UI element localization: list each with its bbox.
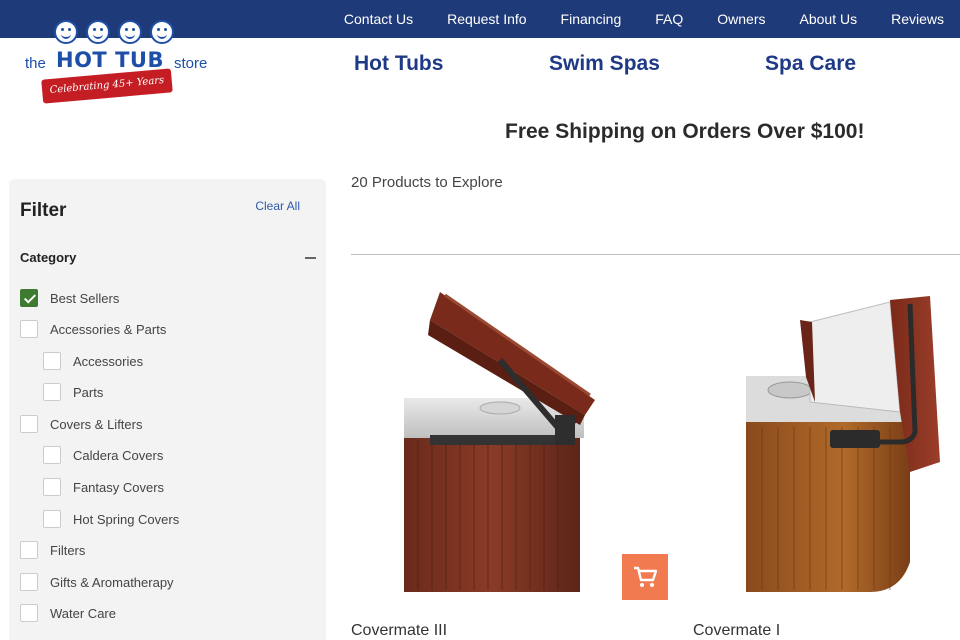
filter-option-accessories[interactable]: Accessories (43, 352, 143, 370)
results-divider (351, 254, 960, 255)
nav-hot-tubs[interactable]: Hot Tubs (354, 52, 443, 76)
filter-option-label: Accessories (73, 353, 144, 369)
main-nav: Hot Tubs Swim Spas Spa Care (354, 52, 874, 82)
checkbox-checked[interactable] (20, 289, 38, 307)
filter-option-fantasy-covers[interactable]: Fantasy Covers (43, 478, 164, 496)
checkbox[interactable] (43, 478, 61, 496)
smiley-face-icon (54, 20, 78, 44)
nav-financing[interactable]: Financing (561, 11, 622, 27)
nav-request-info[interactable]: Request Info (447, 11, 526, 27)
filter-option-label: Best Sellers (50, 290, 120, 306)
checkbox[interactable] (43, 352, 61, 370)
checkbox[interactable] (43, 446, 61, 464)
filter-option-caldera-covers[interactable]: Caldera Covers (43, 446, 163, 464)
checkbox[interactable] (20, 541, 38, 559)
collapse-minus-icon[interactable] (305, 257, 316, 259)
product-image-covermate-iii[interactable] (400, 290, 600, 595)
filter-option-label: Fantasy Covers (73, 479, 165, 495)
filter-option-hot-spring-covers[interactable]: Hot Spring Covers (43, 510, 179, 528)
checkbox[interactable] (43, 510, 61, 528)
checkbox[interactable] (20, 320, 38, 338)
product-name-covermate-iii[interactable]: Covermate III (351, 622, 447, 640)
filter-option-water-care[interactable]: Water Care (20, 604, 116, 622)
site-logo[interactable]: the HOT TUB store Celebrating 45+ Years (22, 18, 222, 108)
logo-brand: HOT TUB (56, 48, 164, 72)
checkbox[interactable] (43, 383, 61, 401)
filter-option-label: Accessories & Parts (50, 321, 167, 337)
checkbox[interactable] (20, 604, 38, 622)
nav-swim-spas[interactable]: Swim Spas (549, 52, 660, 76)
filter-option-label: Filters (50, 542, 86, 558)
add-to-cart-button[interactable] (622, 554, 668, 600)
filter-option-label: Gifts & Aromatherapy (50, 574, 174, 590)
shopping-cart-icon (634, 566, 657, 587)
nav-contact-us[interactable]: Contact Us (344, 11, 413, 27)
filter-panel: Filter Clear All Category Best Sellers A… (9, 179, 326, 640)
filter-option-label: Hot Spring Covers (73, 511, 180, 527)
checkbox[interactable] (20, 415, 38, 433)
nav-owners[interactable]: Owners (717, 11, 765, 27)
product-image-covermate-i[interactable] (740, 292, 950, 595)
results-count: 20 Products to Explore (351, 174, 503, 191)
smiley-face-icon (118, 20, 142, 44)
filter-option-covers-lifters[interactable]: Covers & Lifters (20, 415, 142, 433)
smiley-face-icon (150, 20, 174, 44)
logo-faces (54, 20, 174, 44)
logo-the: the (25, 55, 46, 72)
nav-spa-care[interactable]: Spa Care (765, 52, 856, 76)
clear-all-link[interactable]: Clear All (255, 199, 300, 213)
filter-option-gifts-aromatherapy[interactable]: Gifts & Aromatherapy (20, 573, 174, 591)
filter-option-best-sellers[interactable]: Best Sellers (20, 289, 119, 307)
smiley-face-icon (86, 20, 110, 44)
filter-option-label: Water Care (50, 605, 116, 621)
checkbox[interactable] (20, 573, 38, 591)
filter-option-filters[interactable]: Filters (20, 541, 85, 559)
nav-faq[interactable]: FAQ (655, 11, 683, 27)
filter-option-parts[interactable]: Parts (43, 383, 103, 401)
filter-option-label: Covers & Lifters (50, 416, 143, 432)
filter-option-accessories-parts[interactable]: Accessories & Parts (20, 320, 166, 338)
filter-option-label: Parts (73, 384, 104, 400)
logo-store: store (174, 55, 208, 72)
product-name-covermate-i[interactable]: Covermate I (693, 622, 780, 640)
top-nav: Contact Us Request Info Financing FAQ Ow… (344, 0, 944, 38)
nav-about-us[interactable]: About Us (800, 11, 858, 27)
filter-title: Filter (20, 200, 67, 221)
category-heading: Category (20, 250, 77, 265)
logo-ribbon: Celebrating 45+ Years (41, 68, 173, 104)
nav-reviews[interactable]: Reviews (891, 11, 944, 27)
promo-banner: Free Shipping on Orders Over $100! (505, 120, 865, 143)
filter-option-label: Caldera Covers (73, 447, 164, 463)
